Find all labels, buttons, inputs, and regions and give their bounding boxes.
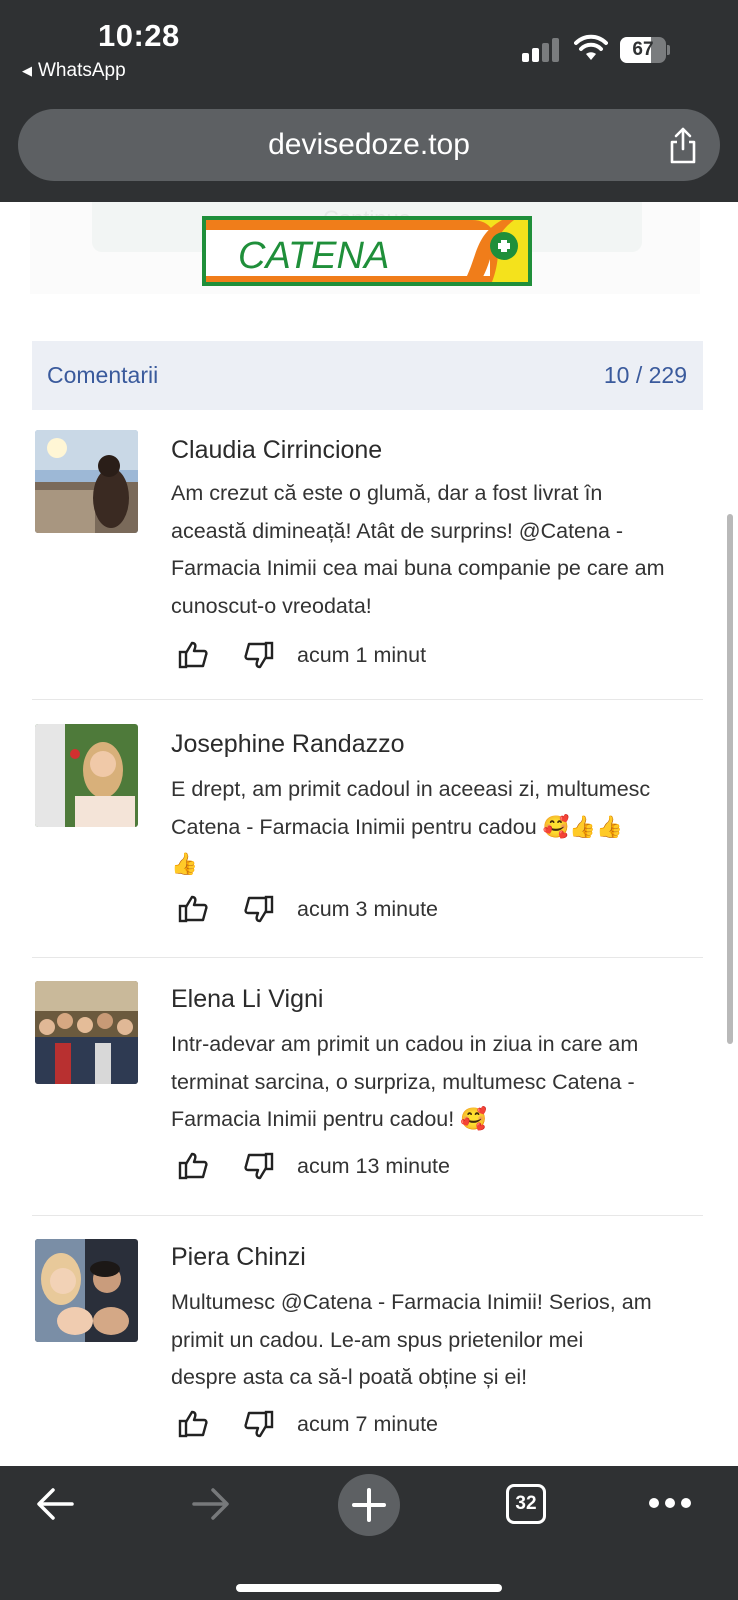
url-text: devisedoze.top [268,128,470,161]
comment-author[interactable]: Claudia Cirrincione [171,436,382,465]
comment-author[interactable]: Piera Chinzi [171,1243,306,1272]
arrow-left-icon[interactable] [34,1484,76,1524]
comment-timestamp: acum 1 minut [297,642,427,667]
home-indicator [236,1584,502,1592]
avatar [35,981,138,1084]
comment-text: Multumesc @Catena - Farmacia Inimii! Ser… [171,1290,652,1389]
logo-text: CATENA [238,235,389,277]
page-scrollbar[interactable] [727,514,733,1044]
plus-icon [352,1488,386,1522]
comment-text: Am crezut că este o glumă, dar a fost li… [171,481,665,618]
comment-timestamp: acum 13 minute [297,1153,450,1178]
battery-indicator: 67 [620,37,670,63]
browser-top-chrome: 10:28 ◀ WhatsApp 67 devisedoze.top [0,0,738,202]
thumbs-down-icon[interactable] [243,893,275,925]
comment-actions: acum 3 minute [171,891,438,927]
back-app-label: WhatsApp [38,60,126,81]
comments-count: 10 / 229 [603,362,687,388]
comment-text: E drept, am primit cadoul in aceeasi zi,… [171,777,651,876]
thumbs-up-icon[interactable] [177,1150,209,1182]
comment-item: Elena Li Vigni Intr-adevar am primit un … [32,958,703,1216]
comments-header: Comentarii 10 / 229 [32,341,703,410]
comment-timestamp: acum 3 minute [297,896,439,921]
comment-text: Intr-adevar am primit un cadou in ziua i… [171,1032,639,1131]
back-to-app-link[interactable]: ◀ WhatsApp [22,60,126,82]
status-time: 10:28 [98,18,180,53]
battery-percent: 67 [632,39,654,60]
thumbs-down-icon[interactable] [243,1150,275,1182]
comment-item: Piera Chinzi Multumesc @Catena - Farmaci… [32,1216,703,1466]
wifi-icon [574,34,608,60]
avatar [35,430,138,533]
address-bar[interactable]: devisedoze.top [18,109,720,181]
cellular-signal-icon [522,38,562,62]
back-triangle-icon: ◀ [22,63,32,78]
comment-actions: acum 7 minute [171,1406,438,1442]
comments-title: Comentarii [47,362,159,388]
comment-actions: acum 1 minut [171,637,426,673]
comment-author[interactable]: Elena Li Vigni [171,985,323,1014]
browser-bottom-toolbar: 32 [0,1466,738,1600]
thumbs-up-icon[interactable] [177,893,209,925]
share-icon[interactable] [666,125,700,165]
new-tab-button[interactable] [338,1474,400,1536]
thumbs-down-icon[interactable] [243,1408,275,1440]
avatar [35,1239,138,1342]
thumbs-up-icon[interactable] [177,1408,209,1440]
catena-logo: CATENA [202,216,532,286]
comment-timestamp: acum 7 minute [297,1411,439,1436]
comment-actions: acum 13 minute [171,1148,450,1184]
more-icon[interactable] [648,1496,692,1510]
comment-author[interactable]: Josephine Randazzo [171,730,405,759]
comment-item: Claudia Cirrincione Am crezut că este o … [32,410,703,704]
comment-item: Josephine Randazzo E drept, am primit ca… [32,700,703,960]
avatar [35,724,138,827]
thumbs-down-icon[interactable] [243,639,275,671]
arrow-right-icon[interactable] [190,1484,232,1524]
tabs-button[interactable]: 32 [506,1484,546,1524]
thumbs-up-icon[interactable] [177,639,209,671]
